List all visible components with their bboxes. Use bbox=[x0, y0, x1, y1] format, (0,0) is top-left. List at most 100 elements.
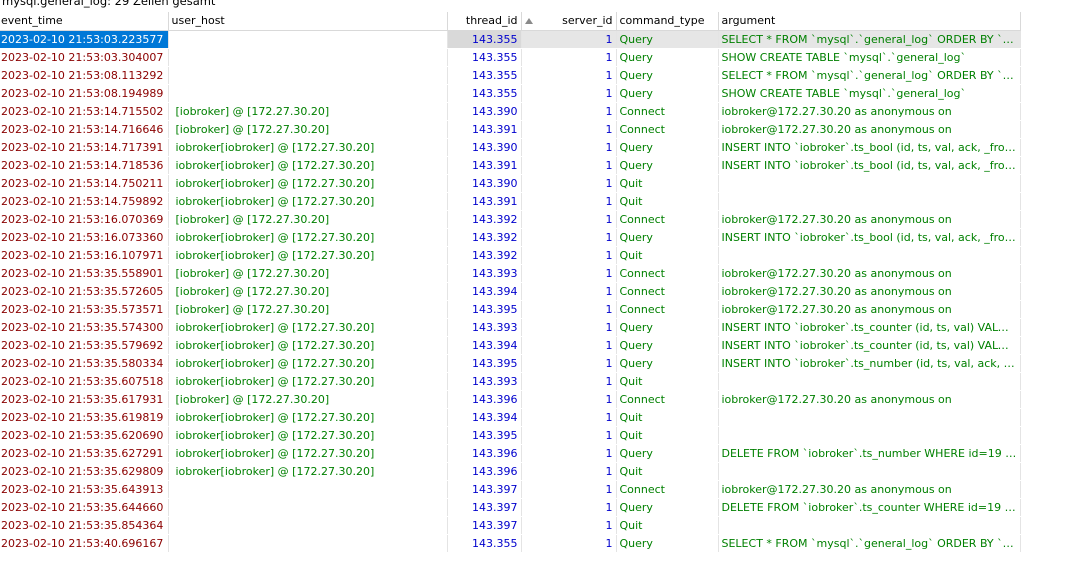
cell-server-id[interactable]: 1 bbox=[521, 336, 617, 355]
cell-server-id[interactable]: 1 bbox=[521, 426, 617, 445]
cell-thread-id[interactable]: 143.395 bbox=[447, 300, 522, 319]
cell-server-id[interactable]: 1 bbox=[521, 480, 617, 499]
table-row[interactable]: 2023-02-10 21:53:35.579692 iobroker[iobro… bbox=[0, 336, 1021, 355]
cell-user-host[interactable]: iobroker[iobroker] @ [172.27.30.20] bbox=[168, 336, 448, 355]
table-row[interactable]: 2023-02-10 21:53:14.718536 iobroker[iobro… bbox=[0, 156, 1021, 175]
cell-command-type[interactable]: Quit bbox=[616, 408, 719, 427]
cell-user-host[interactable]: iobroker[iobroker] @ [172.27.30.20] bbox=[168, 354, 448, 373]
cell-thread-id[interactable]: 143.390 bbox=[447, 174, 522, 193]
cell-thread-id[interactable]: 143.394 bbox=[447, 336, 522, 355]
cell-thread-id[interactable]: 143.392 bbox=[447, 210, 522, 229]
table-row[interactable]: 2023-02-10 21:53:14.750211 iobroker[iobro… bbox=[0, 174, 1021, 193]
cell-user-host[interactable]: [iobroker] @ [172.27.30.20] bbox=[168, 264, 448, 283]
cell-event-time[interactable]: 2023-02-10 21:53:40.696167 bbox=[0, 534, 169, 553]
cell-event-time[interactable]: 2023-02-10 21:53:16.107971 bbox=[0, 246, 169, 265]
cell-argument[interactable]: SELECT * FROM `mysql`.`general_log` ORDE… bbox=[718, 66, 1021, 85]
cell-command-type[interactable]: Connect bbox=[616, 264, 719, 283]
cell-thread-id[interactable]: 143.395 bbox=[447, 426, 522, 445]
cell-event-time[interactable]: 2023-02-10 21:53:35.643913 bbox=[0, 480, 169, 499]
cell-thread-id[interactable]: 143.391 bbox=[447, 120, 522, 139]
table-row[interactable]: 2023-02-10 21:53:35.580334 iobroker[iobro… bbox=[0, 354, 1021, 373]
cell-command-type[interactable]: Connect bbox=[616, 480, 719, 499]
cell-server-id[interactable]: 1 bbox=[521, 516, 617, 535]
table-row[interactable]: 2023-02-10 21:53:40.696167 143.355 1 Query S… bbox=[0, 534, 1021, 553]
cell-thread-id[interactable]: 143.393 bbox=[447, 264, 522, 283]
cell-argument[interactable] bbox=[718, 516, 1021, 535]
cell-argument[interactable]: DELETE FROM `iobroker`.ts_counter WHERE … bbox=[718, 498, 1021, 517]
table-row[interactable]: 2023-02-10 21:53:35.572605 [iobroker] @ [… bbox=[0, 282, 1021, 301]
cell-event-time[interactable]: 2023-02-10 21:53:35.620690 bbox=[0, 426, 169, 445]
cell-command-type[interactable]: Query bbox=[616, 444, 719, 463]
cell-command-type[interactable]: Quit bbox=[616, 192, 719, 211]
cell-thread-id[interactable]: 143.355 bbox=[447, 48, 522, 67]
cell-thread-id[interactable]: 143.396 bbox=[447, 462, 522, 481]
cell-user-host[interactable] bbox=[168, 516, 448, 535]
cell-server-id[interactable]: 1 bbox=[521, 390, 617, 409]
cell-user-host[interactable] bbox=[168, 84, 448, 103]
cell-argument[interactable]: iobroker@172.27.30.20 as anonymous on bbox=[718, 300, 1021, 319]
cell-server-id[interactable]: 1 bbox=[521, 192, 617, 211]
table-row[interactable]: 2023-02-10 21:53:35.574300 iobroker[iobro… bbox=[0, 318, 1021, 337]
cell-thread-id[interactable]: 143.397 bbox=[447, 498, 522, 517]
cell-thread-id[interactable]: 143.391 bbox=[447, 156, 522, 175]
cell-event-time[interactable]: 2023-02-10 21:53:03.223577 bbox=[0, 30, 169, 49]
cell-server-id[interactable]: 1 bbox=[521, 102, 617, 121]
cell-event-time[interactable]: 2023-02-10 21:53:14.716646 bbox=[0, 120, 169, 139]
cell-command-type[interactable]: Quit bbox=[616, 462, 719, 481]
cell-server-id[interactable]: 1 bbox=[521, 408, 617, 427]
cell-server-id[interactable]: 1 bbox=[521, 228, 617, 247]
cell-event-time[interactable]: 2023-02-10 21:53:03.304007 bbox=[0, 48, 169, 67]
cell-user-host[interactable]: iobroker[iobroker] @ [172.27.30.20] bbox=[168, 228, 448, 247]
table-row[interactable]: 2023-02-10 21:53:35.617931 [iobroker] @ [… bbox=[0, 390, 1021, 409]
table-row[interactable]: 2023-02-10 21:53:35.573571 [iobroker] @ [… bbox=[0, 300, 1021, 319]
cell-server-id[interactable]: 1 bbox=[521, 372, 617, 391]
cell-command-type[interactable]: Query bbox=[616, 84, 719, 103]
cell-command-type[interactable]: Quit bbox=[616, 174, 719, 193]
cell-server-id[interactable]: 1 bbox=[521, 138, 617, 157]
cell-server-id[interactable]: 1 bbox=[521, 246, 617, 265]
cell-event-time[interactable]: 2023-02-10 21:53:35.629809 bbox=[0, 462, 169, 481]
result-grid[interactable]: event_time user_host thread_id server_id… bbox=[0, 12, 1074, 569]
cell-user-host[interactable] bbox=[168, 30, 448, 49]
column-header-thread-id[interactable]: thread_id bbox=[447, 12, 522, 31]
cell-thread-id[interactable]: 143.391 bbox=[447, 192, 522, 211]
cell-user-host[interactable]: [iobroker] @ [172.27.30.20] bbox=[168, 282, 448, 301]
cell-event-time[interactable]: 2023-02-10 21:53:35.574300 bbox=[0, 318, 169, 337]
cell-server-id[interactable]: 1 bbox=[521, 30, 617, 49]
cell-command-type[interactable]: Query bbox=[616, 336, 719, 355]
cell-command-type[interactable]: Query bbox=[616, 30, 719, 49]
cell-argument[interactable]: INSERT INTO `iobroker`.ts_bool (id, ts, … bbox=[718, 156, 1021, 175]
cell-server-id[interactable]: 1 bbox=[521, 498, 617, 517]
cell-server-id[interactable]: 1 bbox=[521, 444, 617, 463]
cell-event-time[interactable]: 2023-02-10 21:53:35.579692 bbox=[0, 336, 169, 355]
table-row[interactable]: 2023-02-10 21:53:16.073360 iobroker[iobro… bbox=[0, 228, 1021, 247]
cell-argument[interactable] bbox=[718, 408, 1021, 427]
cell-command-type[interactable]: Connect bbox=[616, 390, 719, 409]
table-row[interactable]: 2023-02-10 21:53:03.223577 143.355 1 Query S… bbox=[0, 30, 1021, 49]
cell-argument[interactable]: iobroker@172.27.30.20 as anonymous on bbox=[718, 210, 1021, 229]
cell-thread-id[interactable]: 143.397 bbox=[447, 480, 522, 499]
column-header-command-type[interactable]: command_type bbox=[616, 12, 719, 31]
cell-argument[interactable] bbox=[718, 372, 1021, 391]
cell-user-host[interactable]: iobroker[iobroker] @ [172.27.30.20] bbox=[168, 372, 448, 391]
cell-event-time[interactable]: 2023-02-10 21:53:14.759892 bbox=[0, 192, 169, 211]
cell-argument[interactable]: iobroker@172.27.30.20 as anonymous on bbox=[718, 102, 1021, 121]
cell-event-time[interactable]: 2023-02-10 21:53:35.617931 bbox=[0, 390, 169, 409]
cell-event-time[interactable]: 2023-02-10 21:53:35.854364 bbox=[0, 516, 169, 535]
cell-thread-id[interactable]: 143.394 bbox=[447, 282, 522, 301]
cell-user-host[interactable]: iobroker[iobroker] @ [172.27.30.20] bbox=[168, 462, 448, 481]
cell-user-host[interactable]: iobroker[iobroker] @ [172.27.30.20] bbox=[168, 192, 448, 211]
cell-server-id[interactable]: 1 bbox=[521, 66, 617, 85]
cell-command-type[interactable]: Connect bbox=[616, 102, 719, 121]
cell-thread-id[interactable]: 143.393 bbox=[447, 372, 522, 391]
cell-user-host[interactable]: iobroker[iobroker] @ [172.27.30.20] bbox=[168, 156, 448, 175]
cell-command-type[interactable]: Query bbox=[616, 48, 719, 67]
cell-server-id[interactable]: 1 bbox=[521, 462, 617, 481]
cell-event-time[interactable]: 2023-02-10 21:53:08.113292 bbox=[0, 66, 169, 85]
cell-event-time[interactable]: 2023-02-10 21:53:35.619819 bbox=[0, 408, 169, 427]
table-row[interactable]: 2023-02-10 21:53:35.854364 143.397 1 Quit bbox=[0, 516, 1021, 535]
cell-command-type[interactable]: Query bbox=[616, 498, 719, 517]
cell-thread-id[interactable]: 143.390 bbox=[447, 102, 522, 121]
table-row[interactable]: 2023-02-10 21:53:16.107971 iobroker[iobro… bbox=[0, 246, 1021, 265]
cell-server-id[interactable]: 1 bbox=[521, 354, 617, 373]
